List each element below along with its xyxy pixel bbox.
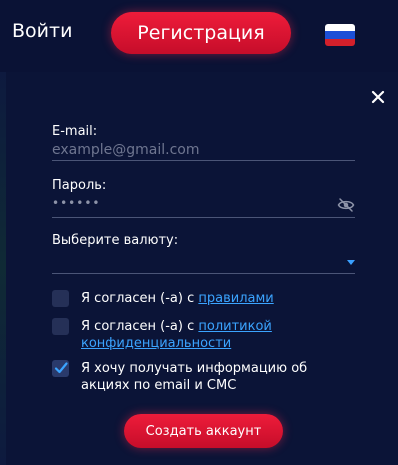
email-label: E-mail: (52, 124, 98, 139)
create-account-button[interactable]: Создать аккаунт (124, 414, 283, 448)
login-link[interactable]: Войти (12, 20, 72, 42)
currency-label: Выберите валюту: (52, 233, 179, 248)
russia-flag-icon[interactable] (325, 24, 355, 46)
agreement-promo-row: Я хочу получать информацию об акциях по … (52, 360, 362, 394)
close-icon[interactable] (369, 88, 387, 106)
promo-checkbox[interactable] (52, 360, 69, 377)
password-masked-value: •••••• (52, 196, 101, 210)
password-label: Пароль: (52, 178, 107, 193)
promo-text: Я хочу получать информацию об акциях по … (81, 361, 308, 393)
privacy-text: Я согласен (-а) с (81, 319, 199, 334)
email-field[interactable] (52, 139, 355, 161)
agreement-privacy-row: Я согласен (-а) с политикой конфиденциал… (52, 318, 362, 352)
eye-off-icon[interactable] (337, 197, 355, 213)
register-button[interactable]: Регистрация (111, 12, 291, 54)
rules-checkbox[interactable] (52, 290, 69, 307)
privacy-checkbox[interactable] (52, 318, 69, 335)
chevron-down-icon (347, 260, 355, 265)
checkmark-icon (54, 362, 68, 374)
rules-link[interactable]: правилами (198, 291, 273, 306)
password-field[interactable]: •••••• (52, 196, 355, 218)
agreement-rules-row: Я согласен (-а) с правилами (52, 290, 362, 307)
rules-text: Я согласен (-а) с (81, 291, 199, 306)
currency-select[interactable] (52, 252, 355, 274)
